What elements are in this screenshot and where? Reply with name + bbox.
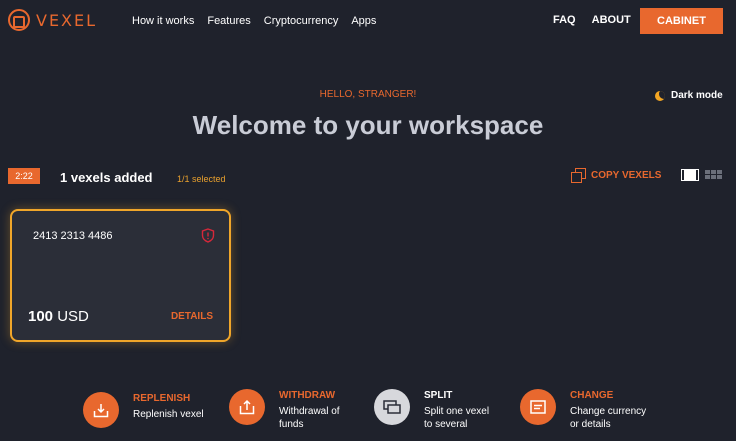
nav-how-it-works[interactable]: How it works <box>132 15 194 27</box>
split-desc: Split one vexel to several <box>424 405 489 431</box>
upload-icon <box>239 399 255 415</box>
logo[interactable]: VEXEL <box>8 9 97 31</box>
card-details-link[interactable]: DETAILS <box>171 311 213 322</box>
change-action[interactable]: CHANGE Change currency or details <box>520 389 646 431</box>
copy-vexels-button[interactable]: COPY VEXELS <box>571 168 662 183</box>
shield-alert-icon[interactable] <box>201 228 215 243</box>
card-balance: 100 USD <box>28 308 89 325</box>
card-currency: USD <box>57 308 89 325</box>
split-desc-line: Split one vexel <box>424 406 490 417</box>
withdraw-desc-line: funds <box>279 419 304 430</box>
copy-icon <box>571 168 586 183</box>
actions-bar: REPLENISH Replenish vexel WITHDRAW Withd… <box>0 386 736 436</box>
split-cards-icon <box>383 400 401 414</box>
replenish-text: REPLENISH Replenish vexel <box>133 392 204 421</box>
vexel-card[interactable]: 2413 2313 4486 100 USD DETAILS <box>10 209 231 342</box>
withdraw-button[interactable] <box>229 389 265 425</box>
vexel-count: 1 vexels added <box>60 170 153 185</box>
vexel-logo-icon <box>8 9 30 31</box>
withdraw-desc: Withdrawal of funds <box>279 405 340 431</box>
card-amount-value: 100 <box>28 308 54 325</box>
page-title: Welcome to your workspace <box>192 110 544 140</box>
main-nav: How it works Features Cryptocurrency App… <box>132 15 376 27</box>
change-button[interactable] <box>520 389 556 425</box>
replenish-button[interactable] <box>83 392 119 428</box>
split-text: SPLIT Split one vexel to several <box>424 389 489 431</box>
split-title: SPLIT <box>424 390 453 401</box>
change-desc-line: Change currency <box>570 406 647 417</box>
nav-right: FAQ ABOUT <box>553 14 631 26</box>
copy-vexels-label: COPY VEXELS <box>591 169 662 181</box>
replenish-title: REPLENISH <box>133 393 191 404</box>
workspace-page: VEXEL How it works Features Cryptocurren… <box>0 0 736 441</box>
dark-mode-label: Dark mode <box>671 90 723 101</box>
withdraw-desc-line: Withdrawal of <box>279 406 340 417</box>
withdraw-action[interactable]: WITHDRAW Withdrawal of funds <box>229 389 340 431</box>
replenish-desc-line: Replenish vexel <box>133 409 204 420</box>
nav-faq[interactable]: FAQ <box>553 14 576 26</box>
nav-features[interactable]: Features <box>207 15 250 27</box>
nav-apps[interactable]: Apps <box>351 15 376 27</box>
change-text: CHANGE Change currency or details <box>570 389 646 431</box>
replenish-action[interactable]: REPLENISH Replenish vexel <box>83 392 204 428</box>
moon-icon <box>655 90 665 101</box>
dark-mode-toggle[interactable]: Dark mode <box>655 90 723 101</box>
logo-text: VEXEL <box>36 10 98 30</box>
change-desc-line: or details <box>570 419 611 430</box>
split-desc-line: to several <box>424 419 468 430</box>
split-button[interactable] <box>374 389 410 425</box>
withdraw-text: WITHDRAW Withdrawal of funds <box>279 389 340 431</box>
grid-view-icon[interactable] <box>705 170 722 180</box>
card-edit-icon <box>530 400 546 414</box>
cabinet-button[interactable]: CABINET <box>640 8 723 34</box>
card-number: 2413 2313 4486 <box>33 230 113 242</box>
greeting: HELLO, STRANGER! <box>319 89 417 100</box>
change-title: CHANGE <box>570 390 614 401</box>
withdraw-title: WITHDRAW <box>279 390 336 401</box>
change-desc: Change currency or details <box>570 405 646 431</box>
replenish-desc: Replenish vexel <box>133 408 204 421</box>
split-action[interactable]: SPLIT Split one vexel to several <box>374 389 489 431</box>
nav-about[interactable]: ABOUT <box>592 14 631 26</box>
single-view-icon[interactable] <box>681 169 699 181</box>
nav-cryptocurrency[interactable]: Cryptocurrency <box>264 15 339 27</box>
download-icon <box>93 404 109 418</box>
selected-count: 1/1 selected <box>177 174 226 184</box>
timer-badge: 2:22 <box>8 168 40 184</box>
